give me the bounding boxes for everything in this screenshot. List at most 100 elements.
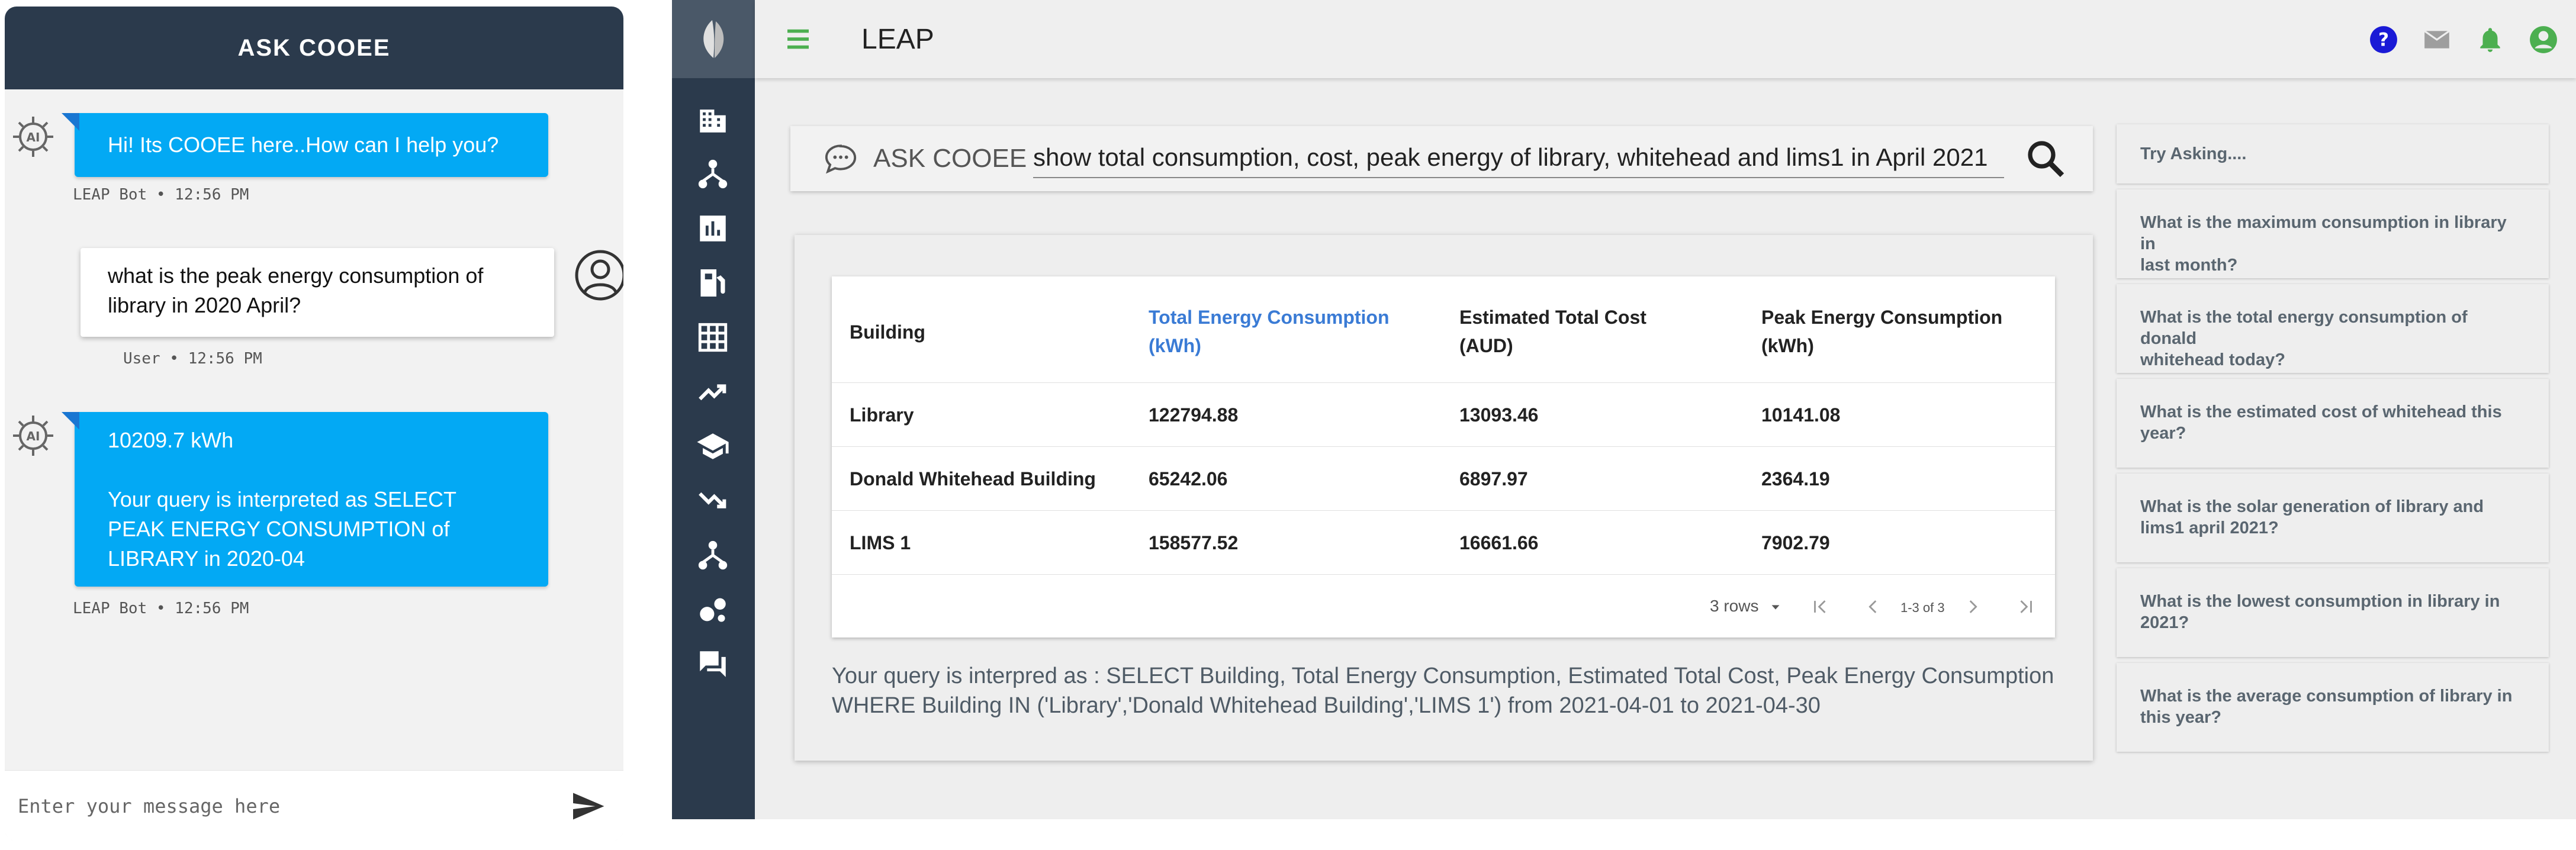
- suggestion-item[interactable]: What is the solar generation of library …: [2117, 474, 2549, 562]
- cell-estimated-cost: 13093.46: [1459, 404, 1539, 426]
- chat-message-bot: 10209.7 kWh Your query is interpreted as…: [62, 412, 548, 587]
- trending-down-icon: [699, 492, 726, 508]
- suggestion-item[interactable]: What is the average consumption of libra…: [2117, 663, 2549, 752]
- suggestion-item[interactable]: What is the estimated cost of whitehead …: [2117, 379, 2549, 468]
- table-header-row: Building Total Energy Consumption (kWh) …: [832, 276, 2055, 383]
- col-header-text: Building: [850, 321, 925, 343]
- col-header-unit: (kWh): [1149, 335, 1201, 356]
- help-icon[interactable]: ?: [2369, 25, 2398, 54]
- interpretation-line: WHERE Building IN ('Library','Donald Whi…: [832, 693, 1821, 718]
- bubble-chart-icon: [700, 598, 726, 622]
- hamburger-menu-icon[interactable]: [782, 23, 814, 55]
- table-pagination: 3 rows 1-3 of 3: [832, 575, 2055, 638]
- next-page-icon[interactable]: [1963, 597, 1983, 617]
- rows-per-page-select[interactable]: 3 rows: [1710, 597, 1782, 616]
- suggestion-item[interactable]: What is the maximum consumption in libra…: [2117, 189, 2549, 278]
- chat-message-input[interactable]: [18, 794, 570, 817]
- previous-page-icon[interactable]: [1863, 597, 1883, 617]
- message-meta: LEAP Bot • 12:56 PM: [73, 600, 249, 617]
- cell-building: Library: [850, 404, 914, 426]
- nav-campus[interactable]: [696, 429, 730, 463]
- search-icon[interactable]: [2025, 138, 2067, 181]
- svg-text:?: ?: [2378, 29, 2389, 50]
- suggestion-item[interactable]: What is the lowest consumption in librar…: [2117, 568, 2549, 657]
- suggestion-line: this year?: [2140, 708, 2221, 727]
- svg-text:AI: AI: [27, 429, 40, 443]
- trending-up-icon: [699, 384, 726, 401]
- nav-chat[interactable]: [696, 647, 730, 681]
- table-row[interactable]: LIMS 1 158577.52 16661.66 7902.79: [832, 511, 2055, 575]
- suggestion-item[interactable]: What is the total energy consumption of …: [2117, 284, 2549, 373]
- top-icons: ?: [2369, 25, 2558, 54]
- query-result-card: Building Total Energy Consumption (kWh) …: [795, 235, 2093, 761]
- page-info: 1-3 of 3: [1900, 600, 1945, 615]
- col-header-text: Peak Energy Consumption: [1761, 307, 2003, 328]
- ask-query-input[interactable]: [1033, 138, 2004, 178]
- top-app-bar: LEAP ?: [755, 0, 2576, 78]
- suggestion-line: lims1 april 2021?: [2140, 519, 2279, 537]
- try-asking-title: Try Asking....: [2117, 124, 2549, 183]
- cell-building: Donald Whitehead Building: [850, 468, 1096, 490]
- results-table: Building Total Energy Consumption (kWh) …: [832, 276, 2055, 638]
- bar-chart-icon: [700, 215, 726, 242]
- cell-estimated-cost: 16661.66: [1459, 532, 1539, 553]
- grid-icon: [698, 323, 728, 352]
- account-icon[interactable]: [2529, 25, 2558, 54]
- suggestion-line: What is the maximum consumption in libra…: [2140, 213, 2507, 253]
- suggestion-line: What is the estimated cost of whitehead …: [2140, 403, 2502, 421]
- col-header-text: Total Energy Consumption: [1149, 307, 1390, 328]
- chat-input-bar: [5, 770, 623, 841]
- col-header-unit: (kWh): [1761, 335, 1814, 356]
- building-icon: [700, 110, 726, 133]
- suggestion-line: What is the lowest consumption in librar…: [2140, 592, 2500, 611]
- bot-avatar-icon: AI: [9, 113, 57, 160]
- nav-reports[interactable]: [696, 211, 730, 246]
- nav-trends-up[interactable]: [696, 375, 730, 409]
- cell-estimated-cost: 6897.97: [1459, 468, 1528, 490]
- cell-peak-energy: 7902.79: [1761, 532, 1830, 553]
- bell-icon[interactable]: [2475, 25, 2505, 54]
- rows-per-page-value: 3 rows: [1710, 597, 1759, 615]
- suggestion-line: whitehead today?: [2140, 350, 2285, 369]
- nav-grid[interactable]: [696, 320, 730, 355]
- chat-panel: ASK COOEE AI Hi! Its COOEE here..How can…: [5, 7, 623, 841]
- sidebar: [672, 0, 755, 819]
- nav-trends-down[interactable]: [696, 484, 730, 518]
- nav-bubbles[interactable]: [696, 593, 730, 627]
- chat-title: ASK COOEE: [5, 7, 623, 89]
- app-title: LEAP: [861, 23, 934, 55]
- interpretation-line: Your query is interpred as : SELECT Buil…: [832, 664, 2054, 688]
- chat-message-line: what is the peak energy consumption of: [108, 263, 484, 288]
- last-page-icon[interactable]: [2016, 597, 2036, 617]
- forum-icon: [700, 651, 726, 677]
- cell-total-energy: 65242.06: [1149, 468, 1228, 490]
- logo[interactable]: [672, 0, 755, 78]
- suggestion-line: 2021?: [2140, 613, 2189, 632]
- chat-message-text: Hi! Its COOEE here..How can I help you?: [108, 133, 499, 157]
- nav-fuel[interactable]: [696, 266, 730, 300]
- school-icon: [697, 433, 729, 459]
- cell-peak-energy: 10141.08: [1761, 404, 1841, 426]
- ask-cooee-bar: ASK COOEE: [790, 126, 2093, 191]
- nav-hierarchy[interactable]: [696, 157, 730, 191]
- chat-message-spacer: [108, 455, 515, 485]
- nav-buildings[interactable]: [696, 102, 730, 137]
- suggestion-line: last month?: [2140, 256, 2238, 275]
- col-header-text: Estimated Total Cost: [1459, 307, 1646, 328]
- table-row[interactable]: Donald Whitehead Building 65242.06 6897.…: [832, 447, 2055, 511]
- nav-network[interactable]: [696, 538, 730, 572]
- table-row[interactable]: Library 122794.88 13093.46 10141.08: [832, 383, 2055, 447]
- chat-message-line: library in 2020 April?: [108, 293, 301, 317]
- message-meta: LEAP Bot • 12:56 PM: [73, 186, 249, 204]
- first-page-icon[interactable]: [1810, 597, 1830, 617]
- col-header-total-energy[interactable]: Total Energy Consumption (kWh): [1149, 303, 1390, 360]
- chat-message-bot: Hi! Its COOEE here..How can I help you?: [62, 113, 548, 177]
- chat-message-line: LIBRARY in 2020-04: [108, 546, 305, 571]
- col-header-building[interactable]: Building: [850, 318, 925, 346]
- col-header-estimated-cost[interactable]: Estimated Total Cost (AUD): [1459, 303, 1646, 360]
- col-header-peak-energy[interactable]: Peak Energy Consumption (kWh): [1761, 303, 2002, 360]
- suggestion-line: What is the total energy consumption of …: [2140, 308, 2468, 348]
- send-icon[interactable]: [570, 788, 606, 824]
- chat-messages: AI Hi! Its COOEE here..How can I help yo…: [5, 89, 623, 770]
- mail-icon[interactable]: [2422, 25, 2452, 54]
